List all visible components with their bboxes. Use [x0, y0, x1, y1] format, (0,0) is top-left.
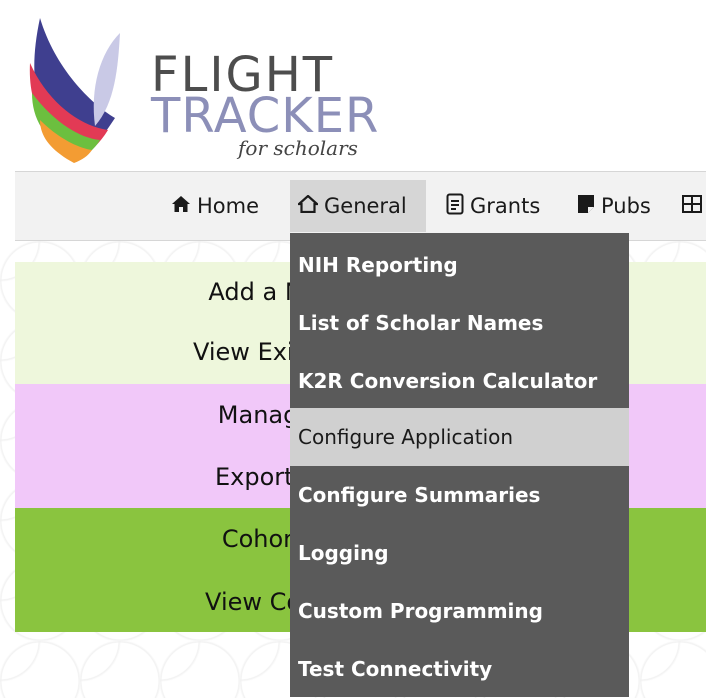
menu-item-scholar-names[interactable]: List of Scholar Names [290, 294, 629, 352]
nav-grants[interactable]: Grants [446, 180, 540, 232]
nav-grants-label: Grants [470, 194, 541, 218]
menu-item-configure-application[interactable]: Configure Application [290, 408, 629, 466]
logo-tagline: for scholars [238, 136, 358, 160]
menu-item-nih-reporting[interactable]: NIH Reporting [290, 236, 629, 294]
book-icon [577, 194, 595, 219]
general-dropdown-menu: NIH Reporting List of Scholar Names K2R … [290, 233, 629, 697]
document-icon [446, 193, 464, 220]
nav-general[interactable]: General [290, 180, 426, 232]
home-outline-icon [296, 194, 320, 218]
grid-icon [682, 194, 702, 218]
main-navbar: Home General Grants Pubs [15, 171, 706, 241]
home-icon [171, 195, 191, 218]
nav-home-label: Home [197, 194, 260, 218]
nav-general-label: General [324, 194, 407, 218]
nav-pubs[interactable]: Pubs [577, 180, 651, 232]
menu-item-logging[interactable]: Logging [290, 524, 629, 582]
menu-item-configure-summaries[interactable]: Configure Summaries [290, 466, 629, 524]
logo-title-line2: TRACKER [151, 88, 380, 144]
menu-item-test-connectivity[interactable]: Test Connectivity [290, 640, 629, 698]
logo[interactable]: FLIGHT TRACKER for scholars [20, 8, 378, 168]
menu-item-custom-programming[interactable]: Custom Programming [290, 582, 629, 640]
nav-pubs-label: Pubs [601, 194, 651, 218]
menu-item-k2r-calculator[interactable]: K2R Conversion Calculator [290, 352, 629, 410]
nav-home[interactable]: Home [171, 180, 259, 232]
nav-more[interactable] [682, 180, 706, 232]
logo-feather-icon [29, 18, 120, 163]
